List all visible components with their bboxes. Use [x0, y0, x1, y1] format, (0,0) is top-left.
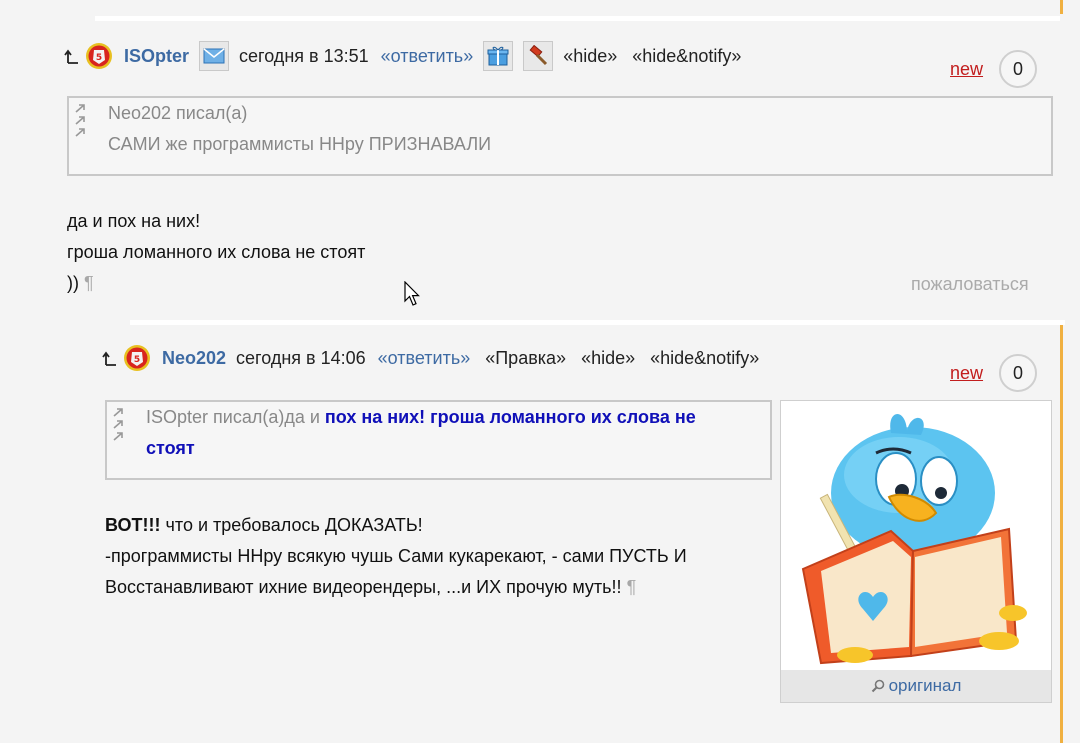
comment-body: да и пох на них! гроша ломанного их слов…: [67, 206, 365, 299]
thread-accent-bar-top: [1060, 0, 1063, 14]
comment-header: 5 ISOpter сегодня в 13:51 «ответить» «hi…: [64, 41, 756, 71]
mouse-cursor-icon: [404, 280, 420, 312]
quote-header: ISOpter писал(а)да и: [146, 407, 325, 427]
quote-arrows-icon: [75, 104, 89, 140]
comment-header: 5 Neo202 сегодня в 14:06 «ответить» «Пра…: [102, 343, 774, 373]
comment-body: ВОТ!!! что и требовалось ДОКАЗАТЬ! -прог…: [105, 510, 687, 603]
comment-separator: [130, 320, 1065, 325]
body-line: Восстанавливают ихние видеорендеры, ...и…: [105, 577, 637, 597]
hide-link[interactable]: «hide»: [563, 46, 617, 67]
original-image-label[interactable]: оригинал: [889, 676, 962, 696]
quote-block: Neo202 писал(а) САМИ же программисты ННр…: [67, 96, 1053, 176]
quote-content: САМИ же программисты ННру ПРИЗНАВАЛИ: [108, 134, 492, 154]
comment-separator: [95, 16, 1060, 21]
new-link[interactable]: new: [950, 59, 983, 80]
body-line: -программисты ННру всякую чушь Сами кука…: [105, 546, 687, 566]
quote-text: ISOpter писал(а)да и пох на них! гроша л…: [146, 402, 766, 464]
comment-time: сегодня в 14:06: [236, 347, 366, 368]
author-link[interactable]: Neo202: [162, 348, 226, 369]
mail-icon[interactable]: [199, 41, 230, 71]
quote-highlight: пох на них! гроша ломанного их слова не: [324, 407, 696, 427]
quote-arrows-icon: [113, 408, 127, 444]
attached-image[interactable]: оригинал: [780, 400, 1052, 703]
complain-link[interactable]: пожаловаться: [911, 274, 1029, 295]
svg-text:5: 5: [134, 355, 140, 365]
quote-text: Neo202 писал(а) САМИ же программисты ННр…: [108, 98, 491, 160]
reply-link[interactable]: «ответить»: [381, 46, 474, 67]
reply-link[interactable]: «ответить»: [378, 348, 471, 369]
comment-time: сегодня в 13:51: [239, 45, 369, 66]
author-link[interactable]: ISOpter: [124, 46, 189, 67]
svg-text:5: 5: [96, 53, 102, 63]
body-line: гроша ломанного их слова не стоят: [67, 242, 366, 262]
pilcrow-link[interactable]: ¶: [84, 273, 94, 293]
hide-link[interactable]: «hide»: [581, 348, 635, 369]
quote-highlight: стоят: [146, 438, 195, 458]
body-line: )) ¶: [67, 273, 94, 293]
quote-block: ISOpter писал(а)да и пох на них! гроша л…: [105, 400, 772, 480]
body-line: ВОТ!!! что и требовалось ДОКАЗАТЬ!: [105, 515, 423, 535]
edit-link[interactable]: «Правка»: [485, 348, 566, 369]
reply-counter[interactable]: 0: [999, 50, 1037, 88]
magnifier-icon: [871, 679, 885, 693]
reply-counter[interactable]: 0: [999, 354, 1037, 392]
original-image-link[interactable]: оригинал: [781, 670, 1051, 702]
gavel-icon[interactable]: [523, 41, 554, 71]
quote-header: Neo202 писал(а): [108, 103, 248, 123]
parent-arrow-icon[interactable]: [64, 47, 80, 65]
reading-bird-illustration: [801, 413, 1027, 665]
hide-notify-link[interactable]: «hide&notify»: [632, 46, 741, 67]
parent-arrow-icon[interactable]: [102, 349, 118, 367]
pilcrow-link[interactable]: ¶: [627, 577, 637, 597]
rank-badge-icon: 5: [84, 41, 114, 71]
body-line: да и пох на них!: [67, 211, 201, 231]
hide-notify-link[interactable]: «hide&notify»: [650, 348, 759, 369]
rank-badge-icon: 5: [122, 343, 152, 373]
thread-accent-bar: [1060, 325, 1063, 743]
gift-icon[interactable]: [483, 41, 514, 71]
new-link[interactable]: new: [950, 363, 983, 384]
